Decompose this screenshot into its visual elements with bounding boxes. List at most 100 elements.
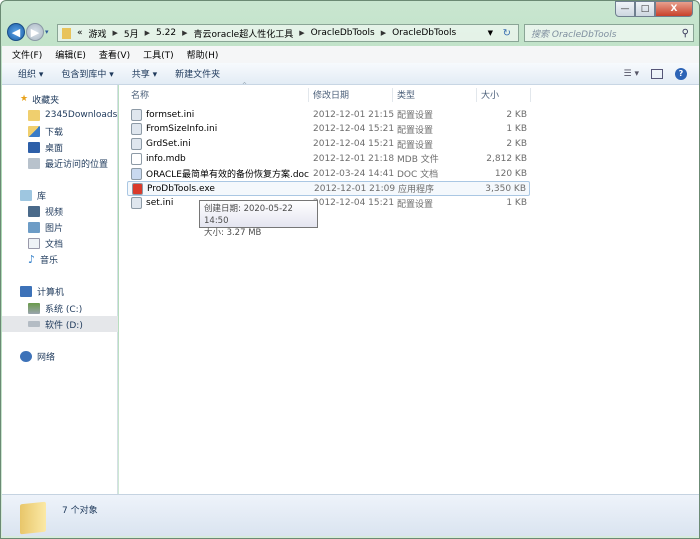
sidebar-item-videos[interactable]: 视频 xyxy=(28,203,63,219)
menu-edit[interactable]: 编辑(E) xyxy=(55,48,86,61)
folder-icon xyxy=(62,27,71,39)
sidebar-item-downloads[interactable]: 下载 xyxy=(28,123,63,139)
system-drive-icon xyxy=(28,302,40,314)
file-type: 配置设置 xyxy=(397,111,434,121)
file-type: 配置设置 xyxy=(397,140,434,151)
breadcrumb-overflow[interactable]: « xyxy=(77,28,83,38)
view-options-icon[interactable]: ☰ ▾ xyxy=(624,69,639,79)
share-button[interactable]: 共享 ▾ xyxy=(132,67,157,80)
file-name: info.mdb xyxy=(146,153,186,164)
column-header-size[interactable]: 大小 xyxy=(477,88,531,102)
minimize-button[interactable]: — xyxy=(615,1,635,17)
sidebar-network[interactable]: 网络 xyxy=(20,348,55,364)
sidebar-item-pictures[interactable]: 图片 xyxy=(28,219,63,235)
sidebar-item-desktop[interactable]: 桌面 xyxy=(28,139,63,155)
file-name: ORACLE最简单有效的备份恢复方案.doc xyxy=(146,170,309,181)
drive-icon xyxy=(28,321,40,327)
recent-pages-dropdown[interactable]: ▾ xyxy=(45,28,49,36)
file-size: 2 KB xyxy=(506,139,527,150)
navigation-buttons: ◀ ▶ ▾ xyxy=(7,23,49,41)
recent-places-icon xyxy=(28,157,40,169)
sidebar-item-2345downloads[interactable]: 2345Downloads xyxy=(28,107,117,123)
file-type: 配置设置 xyxy=(397,199,434,210)
video-icon xyxy=(28,205,40,217)
file-date: 2012-12-04 15:21 xyxy=(313,124,395,135)
breadcrumb-2[interactable]: 5月 xyxy=(124,27,139,40)
address-dropdown-icon[interactable]: ▼ xyxy=(488,29,493,37)
breadcrumb-3[interactable]: 5.22 xyxy=(156,28,176,38)
file-name: ProDbTools.exe xyxy=(147,183,215,194)
music-icon: ♪ xyxy=(28,252,36,266)
file-row[interactable]: FromSizeInfo.ini 2012-12-04 15:21 配置设置 1… xyxy=(127,122,530,137)
sidebar-favorites[interactable]: ★ 收藏夹 xyxy=(20,91,59,107)
search-placeholder: 搜索 OracleDbTools xyxy=(531,29,617,40)
breadcrumb-6[interactable]: OracleDbTools xyxy=(392,28,456,38)
file-row[interactable]: formset.ini 2012-12-01 21:15 配置设置 2 KB xyxy=(127,107,530,122)
file-row[interactable]: info.mdb 2012-12-01 21:18 MDB 文件 2,812 K… xyxy=(127,151,530,166)
menu-tools[interactable]: 工具(T) xyxy=(143,48,174,61)
menu-view[interactable]: 查看(V) xyxy=(99,48,130,61)
column-header-name[interactable]: 名称 xyxy=(127,88,309,102)
file-size: 2 KB xyxy=(506,109,527,120)
folder-icon xyxy=(20,501,46,535)
chevron-right-icon[interactable]: ▶ xyxy=(381,29,386,37)
file-date: 2012-12-01 21:18 xyxy=(313,153,395,164)
sidebar-item-music[interactable]: ♪ 音乐 xyxy=(28,251,58,267)
file-size: 3,350 KB xyxy=(485,183,526,194)
details-pane: 7 个对象 xyxy=(2,494,699,536)
library-icon xyxy=(20,189,32,201)
search-input[interactable]: 搜索 OracleDbTools ⚲ xyxy=(524,24,694,42)
preview-pane-icon[interactable] xyxy=(651,68,663,79)
file-type: DOC 文档 xyxy=(397,170,439,181)
sidebar-item-drive-c[interactable]: 系统 (C:) xyxy=(28,300,82,316)
file-icon xyxy=(131,167,142,180)
file-name: GrdSet.ini xyxy=(146,139,191,150)
chevron-right-icon[interactable]: ▶ xyxy=(182,29,187,37)
file-row[interactable]: GrdSet.ini 2012-12-04 15:21 配置设置 2 KB xyxy=(127,137,530,152)
tooltip-created: 创建日期: 2020-05-22 14:50 xyxy=(204,204,293,226)
back-button[interactable]: ◀ xyxy=(7,23,25,41)
file-row[interactable]: set.ini 2012-12-04 15:21 配置设置 1 KB xyxy=(127,196,530,211)
breadcrumb-4[interactable]: 青云oracle超人性化工具 xyxy=(193,27,293,40)
sidebar-computer[interactable]: 计算机 xyxy=(20,283,64,299)
breadcrumb-5[interactable]: OracleDbTools xyxy=(311,28,375,38)
file-type: 应用程序 xyxy=(398,185,435,195)
file-row[interactable]: ORACLE最简单有效的备份恢复方案.doc 2012-03-24 14:41 … xyxy=(127,166,530,181)
file-icon xyxy=(131,152,142,165)
picture-icon xyxy=(28,221,40,233)
folder-icon xyxy=(28,109,40,121)
file-list: 名称 ^ 修改日期 类型 大小 formset.ini 2012-12-01 2… xyxy=(119,82,699,494)
chevron-right-icon[interactable]: ▶ xyxy=(113,29,118,37)
sidebar-item-drive-d[interactable]: 软件 (D:) xyxy=(2,316,118,332)
file-tooltip: 创建日期: 2020-05-22 14:50 大小: 3.27 MB xyxy=(199,200,318,238)
help-icon[interactable]: ? xyxy=(675,67,687,80)
menu-help[interactable]: 帮助(H) xyxy=(187,48,219,61)
new-folder-button[interactable]: 新建文件夹 xyxy=(175,67,220,80)
downloads-folder-icon xyxy=(28,125,40,137)
sidebar-item-documents[interactable]: 文档 xyxy=(28,235,63,251)
search-icon[interactable]: ⚲ xyxy=(682,28,689,39)
organize-button[interactable]: 组织 ▾ xyxy=(18,67,43,80)
file-date: 2012-03-24 14:41 xyxy=(313,168,395,179)
refresh-icon[interactable]: ↻ xyxy=(503,28,511,39)
file-row[interactable]: ProDbTools.exe 2012-12-01 21:09 应用程序 3,3… xyxy=(127,181,530,196)
desktop-icon xyxy=(28,141,40,153)
sidebar-libraries[interactable]: 库 xyxy=(20,187,46,203)
close-button[interactable]: X xyxy=(655,1,693,17)
network-icon xyxy=(20,350,32,362)
menu-file[interactable]: 文件(F) xyxy=(12,48,42,61)
include-in-library-button[interactable]: 包含到库中 ▾ xyxy=(61,67,113,80)
column-header-date[interactable]: 修改日期 xyxy=(309,88,393,102)
item-count: 7 个对象 xyxy=(62,506,98,516)
file-icon xyxy=(132,182,143,195)
chevron-right-icon[interactable]: ▶ xyxy=(299,29,304,37)
column-header-type[interactable]: 类型 xyxy=(393,88,477,102)
breadcrumb-1[interactable]: 游戏 xyxy=(89,27,107,40)
sidebar-item-recent-places[interactable]: 最近访问的位置 xyxy=(28,155,108,171)
chevron-right-icon[interactable]: ▶ xyxy=(145,29,150,37)
address-bar[interactable]: « 游戏 ▶ 5月 ▶ 5.22 ▶ 青云oracle超人性化工具 ▶ OracleDb… xyxy=(57,24,519,42)
maximize-button[interactable]: □ xyxy=(635,1,655,17)
file-date: 2012-12-04 15:21 xyxy=(313,198,395,209)
file-type: MDB 文件 xyxy=(397,155,439,166)
forward-button[interactable]: ▶ xyxy=(26,23,44,41)
